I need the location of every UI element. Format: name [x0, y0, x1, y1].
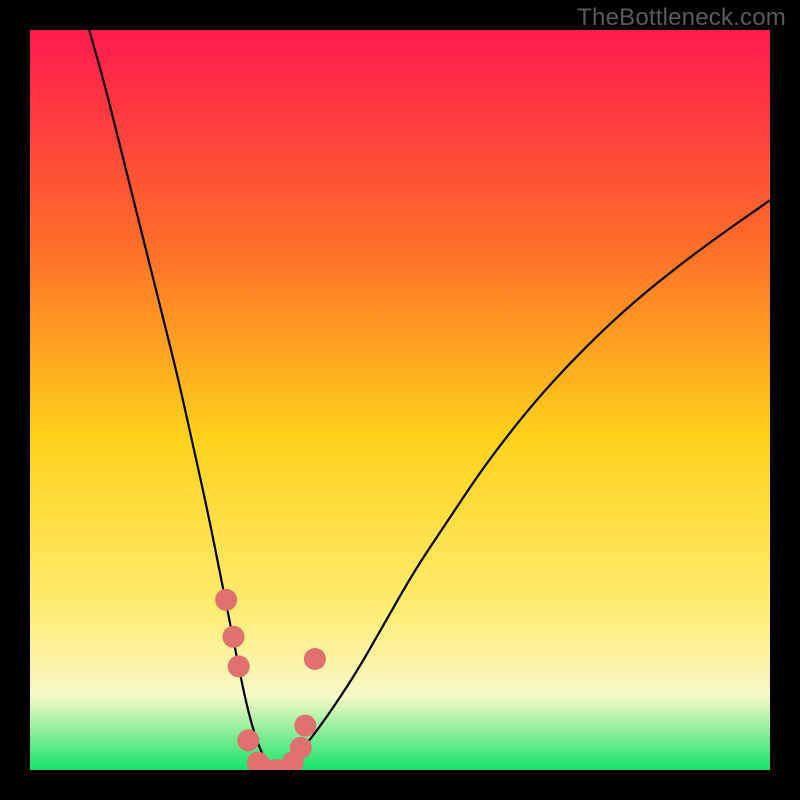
- gradient-background: [30, 30, 770, 770]
- marker-dot: [215, 589, 237, 611]
- marker-dot: [228, 655, 250, 677]
- marker-dot: [237, 729, 259, 751]
- plot-svg: [30, 30, 770, 770]
- plot-area: [30, 30, 770, 770]
- marker-dot: [223, 626, 245, 648]
- marker-dot: [290, 737, 312, 759]
- marker-dot: [304, 648, 326, 670]
- chart-frame: TheBottleneck.com: [0, 0, 800, 800]
- marker-dot: [294, 715, 316, 737]
- watermark-text: TheBottleneck.com: [577, 4, 786, 32]
